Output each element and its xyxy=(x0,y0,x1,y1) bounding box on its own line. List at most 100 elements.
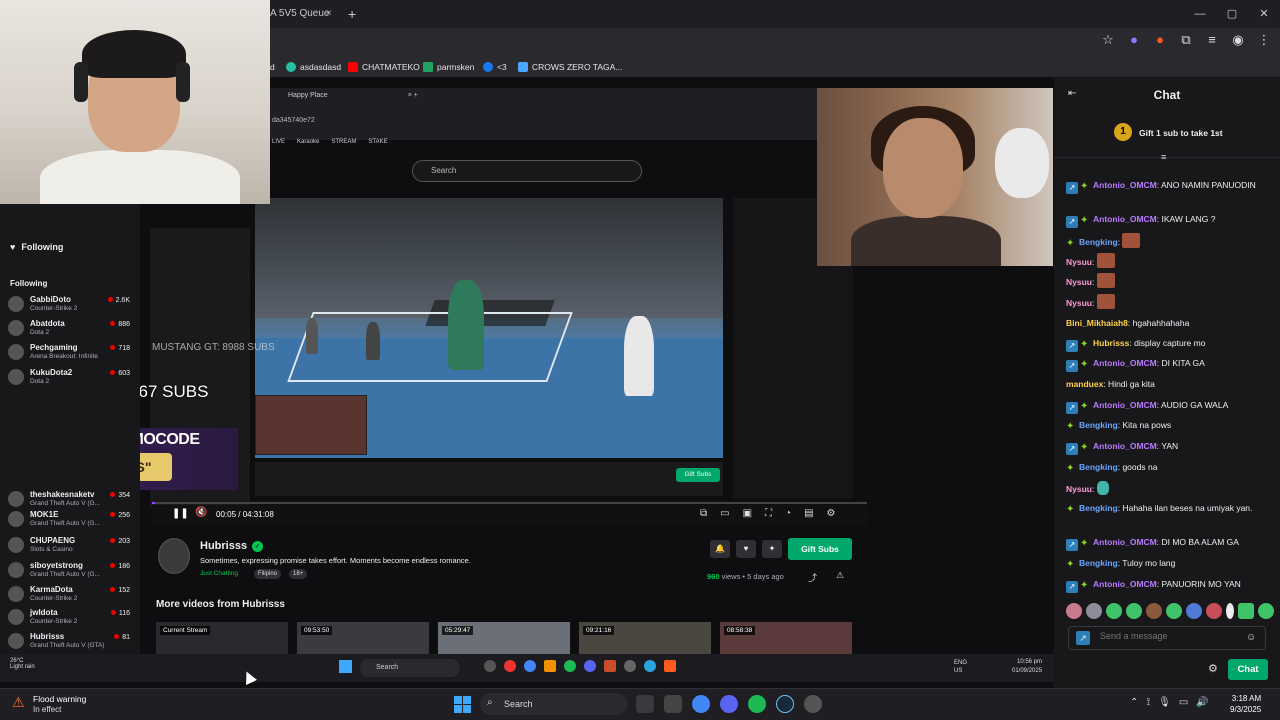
clip-icon[interactable]: ⧉ xyxy=(700,508,707,519)
chat-username[interactable]: Hubrisss xyxy=(1093,338,1129,348)
pause-icon[interactable]: ❚❚ xyxy=(172,508,189,519)
emote[interactable] xyxy=(1086,603,1102,619)
emote[interactable] xyxy=(1166,603,1182,619)
discord-icon[interactable] xyxy=(720,695,738,713)
video-thumbnail[interactable]: 05:29:47 xyxy=(438,622,570,654)
bookmark-item[interactable]: CROWS ZERO TAGA... xyxy=(518,60,622,74)
chat-username[interactable]: Nysuu xyxy=(1066,277,1092,287)
mic-icon[interactable]: 🎙 xyxy=(1158,697,1171,708)
chat-username[interactable]: Bengking xyxy=(1079,462,1118,472)
spotify-icon[interactable] xyxy=(748,695,766,713)
sidebar-channel-siboyetstrong[interactable]: siboyetstrong Grand Theft Auto V (G... 186 xyxy=(8,560,134,580)
chat-username[interactable]: Antonio_OMCM xyxy=(1093,180,1157,190)
emote[interactable] xyxy=(1186,603,1202,619)
close-window-icon[interactable]: ✕ xyxy=(1248,0,1280,28)
emoji-icon[interactable]: ☺ xyxy=(1246,632,1256,643)
report-icon[interactable]: ⚠ xyxy=(836,570,844,581)
gift-leaderboard-banner[interactable] xyxy=(1054,118,1280,158)
emote[interactable] xyxy=(1238,603,1254,619)
emote[interactable] xyxy=(1146,603,1162,619)
captions-icon[interactable]: ▤ xyxy=(804,508,813,519)
minimize-icon[interactable]: — xyxy=(1184,0,1216,28)
chat-input[interactable] xyxy=(1100,631,1240,641)
share-icon[interactable]: ⤴ xyxy=(808,571,817,584)
chat-username[interactable]: Antonio_OMCM xyxy=(1093,537,1157,547)
fullscreen-icon[interactable]: ⛶ xyxy=(765,508,772,519)
chat-username[interactable]: Antonio_OMCM xyxy=(1093,358,1157,368)
emote[interactable] xyxy=(1258,603,1274,619)
gift-icon[interactable]: ✦ xyxy=(762,540,782,558)
channel-name[interactable]: Hubrisss xyxy=(200,540,247,552)
video-thumbnail[interactable]: 09:21:16 xyxy=(579,622,711,654)
maximize-icon[interactable]: ▢ xyxy=(1216,0,1248,28)
heart-icon[interactable]: ♥ xyxy=(736,540,756,558)
sidebar-channel-pechgaming[interactable]: Pechgaming Arena Breakout: Infinite 718 xyxy=(8,342,134,362)
notification-icon[interactable]: 🔔 xyxy=(710,540,730,558)
sidebar-channel-kukudota2[interactable]: KukuDota2 Dota 2 603 xyxy=(8,367,134,387)
tag[interactable]: Filipino xyxy=(254,569,282,579)
chat-send-button[interactable]: Chat xyxy=(1228,659,1268,680)
chat-username[interactable]: manduex xyxy=(1066,379,1103,389)
expand-icon[interactable]: ≡ xyxy=(1161,152,1166,162)
theatre-icon[interactable]: ▭ xyxy=(720,508,729,519)
sidebar-channel-chupaeng[interactable]: CHUPAENG Slots & Casino 203 xyxy=(8,535,134,555)
miniplayer-icon[interactable]: ▣ xyxy=(743,508,752,519)
bookmark-star-icon[interactable]: ☆ xyxy=(1100,32,1116,48)
chrome-icon[interactable] xyxy=(692,695,710,713)
chat-username[interactable]: Nysuu xyxy=(1066,298,1092,308)
bookmark-item[interactable]: d xyxy=(270,60,275,74)
progress-bar[interactable] xyxy=(152,502,867,504)
chat-username[interactable]: Bengking xyxy=(1079,503,1118,513)
sidebar-channel-jwldota[interactable]: jwldota Counter-Strike 2 116 xyxy=(8,607,134,627)
close-tab-icon[interactable]: × xyxy=(326,4,332,24)
menu-icon[interactable]: ⋮ xyxy=(1256,32,1272,48)
app-icon[interactable] xyxy=(804,695,822,713)
extension-icon[interactable]: ● xyxy=(1152,32,1168,48)
sidebar-channel-gabbidoto[interactable]: GabbiDoto Counter-Strike 2 2.6K xyxy=(8,294,134,314)
settings-icon[interactable]: ⚙ xyxy=(827,508,836,519)
emote[interactable] xyxy=(1066,603,1082,619)
profile-avatar[interactable]: ◉ xyxy=(1230,32,1246,48)
sidebar-channel-karmadota[interactable]: KarmaDota Counter-Strike 2 152 xyxy=(8,584,134,604)
sidebar-channel-abatdota[interactable]: Abatdota Dota 2 886 xyxy=(8,318,134,338)
start-icon[interactable] xyxy=(454,696,471,713)
bookmark-item[interactable]: asdasdasd xyxy=(286,60,341,74)
chat-username[interactable]: Bini_Mikhaiah8 xyxy=(1066,318,1128,328)
sidebar-channel-theshakesnaketv[interactable]: theshakesnaketv Grand Theft Auto V (G... 3… xyxy=(8,489,134,509)
gift-subs-button[interactable]: Gift Subs xyxy=(788,538,852,560)
steam-icon[interactable] xyxy=(776,695,794,713)
chat-settings-icon[interactable]: ⚙ xyxy=(1208,662,1218,675)
volume-icon[interactable]: 🔇 xyxy=(195,507,207,518)
network-icon[interactable]: ⟟ xyxy=(1146,697,1150,708)
bookmark-item[interactable]: <3 xyxy=(483,60,507,74)
volume-icon[interactable]: 🔊 xyxy=(1196,697,1208,708)
emote[interactable] xyxy=(1106,603,1122,619)
puzzle-icon[interactable]: ⧉ xyxy=(1178,32,1194,48)
video-thumbnail[interactable]: Current Stream xyxy=(156,622,288,654)
channel-avatar[interactable] xyxy=(158,538,190,574)
taskbar-search[interactable]: Search xyxy=(480,693,628,715)
store-icon[interactable] xyxy=(664,695,682,713)
chat-username[interactable]: Antonio_OMCM xyxy=(1093,214,1157,224)
warning-icon[interactable]: ⚠ xyxy=(12,694,30,712)
chat-badge-icon[interactable]: ↗ xyxy=(1076,631,1090,645)
sidebar-channel-hubrisss[interactable]: Hubrisss Grand Theft Auto V (GTA) 81 xyxy=(8,631,134,651)
chat-username[interactable]: Bengking xyxy=(1079,558,1118,568)
emote[interactable] xyxy=(1226,603,1234,619)
emote[interactable] xyxy=(1126,603,1142,619)
following-header[interactable]: ♥ Following xyxy=(10,242,63,252)
extension-icon[interactable]: ● xyxy=(1126,32,1142,48)
chat-username[interactable]: Bengking xyxy=(1079,237,1118,247)
sidebar-channel-mok1e[interactable]: MOK1E Grand Theft Auto V (G... 256 xyxy=(8,509,134,529)
chat-username[interactable]: Antonio_OMCM xyxy=(1093,441,1157,451)
chat-username[interactable]: Antonio_OMCM xyxy=(1093,579,1157,589)
chat-username[interactable]: Bengking xyxy=(1079,420,1118,430)
video-thumbnail[interactable]: 08:58:38 xyxy=(720,622,852,654)
chat-username[interactable]: Antonio_OMCM xyxy=(1093,400,1157,410)
tag[interactable]: 18+ xyxy=(289,569,308,579)
speed-icon[interactable]: ◔ xyxy=(785,508,791,519)
reading-list-icon[interactable]: ≡ xyxy=(1204,32,1220,48)
taskview-icon[interactable] xyxy=(636,695,654,713)
chat-username[interactable]: Nysuu xyxy=(1066,484,1092,494)
chevron-up-icon[interactable]: ⌃ xyxy=(1130,697,1138,708)
